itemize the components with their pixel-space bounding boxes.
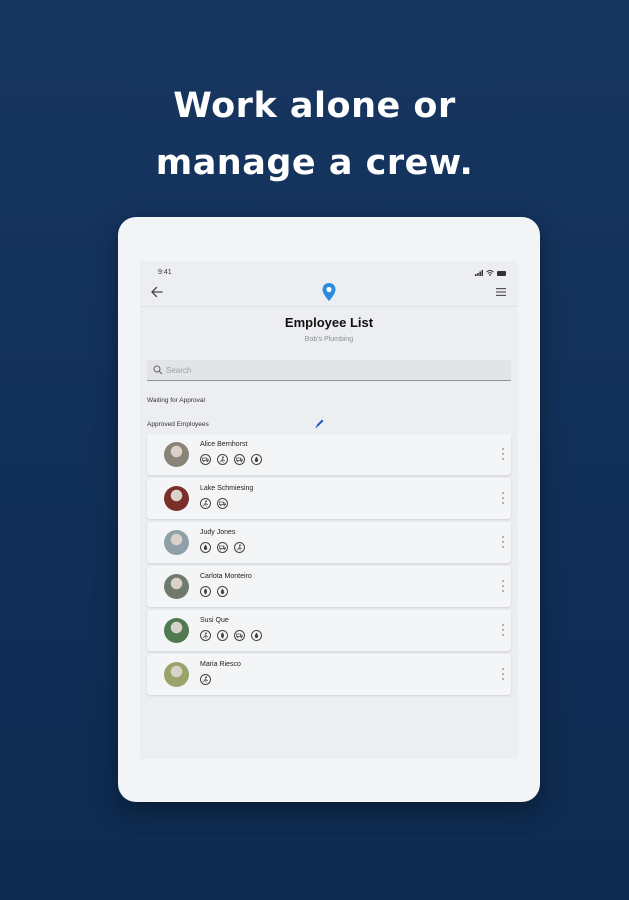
employee-badges (200, 630, 262, 641)
drop-icon (200, 542, 211, 553)
more-options-icon[interactable] (501, 578, 505, 594)
more-options-icon[interactable] (501, 666, 505, 682)
person-icon (200, 630, 211, 641)
drop-icon (217, 586, 228, 597)
employee-row[interactable]: Susi Que (147, 610, 511, 651)
employee-badges (200, 542, 245, 553)
employee-badges (200, 454, 262, 465)
section-waiting-approval[interactable]: Waiting for Approval (147, 397, 205, 404)
leaf-icon (217, 630, 228, 641)
employee-avatar (164, 574, 189, 599)
employee-row[interactable]: Lake Schmiesing (147, 478, 511, 519)
signal-icon (475, 270, 483, 276)
truck-icon (234, 630, 245, 641)
person-icon (217, 454, 228, 465)
truck-icon (217, 542, 228, 553)
company-name: Bob's Plumbing (304, 336, 354, 343)
truck-icon (234, 454, 245, 465)
status-icons (475, 270, 506, 276)
employee-badges (200, 586, 228, 597)
search-icon (153, 365, 163, 375)
employee-name: Susi Que (200, 617, 229, 624)
status-time: 9:41 (158, 269, 172, 276)
employee-name: Alice Bernhorst (200, 441, 248, 448)
status-bar: 9:41 (158, 269, 506, 281)
employee-avatar (164, 618, 189, 643)
app-bar (140, 281, 518, 303)
employee-avatar (164, 442, 189, 467)
tablet-frame: 9:41 Employee List Bob's Plumbing Waitin… (118, 217, 540, 802)
person-icon (200, 674, 211, 685)
search-bar[interactable] (147, 360, 511, 381)
employee-avatar (164, 662, 189, 687)
page-title: Employee List (284, 315, 374, 330)
drop-icon (251, 630, 262, 641)
employee-badges (200, 674, 211, 685)
person-icon (234, 542, 245, 553)
location-pin-icon (322, 283, 336, 301)
more-options-icon[interactable] (501, 490, 505, 506)
menu-icon[interactable] (496, 286, 506, 298)
employee-row[interactable]: Alice Bernhorst (147, 434, 511, 475)
leaf-icon (200, 586, 211, 597)
drop-icon (251, 454, 262, 465)
header-divider (140, 306, 518, 307)
employee-name: Maria Riesco (200, 661, 241, 668)
employee-row[interactable]: Judy Jones (147, 522, 511, 563)
employee-badges (200, 498, 228, 509)
employee-name: Lake Schmiesing (200, 485, 254, 492)
employee-row[interactable]: Maria Riesco (147, 654, 511, 695)
section-approved-employees: Approved Employees (147, 421, 209, 428)
headline-line-2: manage a crew. (155, 143, 474, 183)
employee-list: Alice Bernhorst Lake Schmiesing Judy Jones… (147, 434, 511, 698)
more-options-icon[interactable] (501, 534, 505, 550)
employee-row[interactable]: Carlota Monteiro (147, 566, 511, 607)
employee-avatar (164, 530, 189, 555)
more-options-icon[interactable] (501, 622, 505, 638)
edit-pencil-icon[interactable] (314, 418, 325, 429)
search-input[interactable] (166, 362, 486, 378)
person-icon (200, 498, 211, 509)
headline-line-1: Work alone or (173, 86, 456, 126)
back-arrow-icon[interactable] (150, 285, 164, 299)
battery-icon (497, 270, 506, 276)
employee-avatar (164, 486, 189, 511)
app-screen: 9:41 Employee List Bob's Plumbing Waitin… (140, 261, 518, 759)
truck-icon (200, 454, 211, 465)
more-options-icon[interactable] (501, 446, 505, 462)
truck-icon (217, 498, 228, 509)
employee-name: Judy Jones (200, 529, 236, 536)
employee-name: Carlota Monteiro (200, 573, 252, 580)
headline: Work alone or manage a crew. (0, 78, 629, 192)
wifi-icon (486, 270, 494, 276)
